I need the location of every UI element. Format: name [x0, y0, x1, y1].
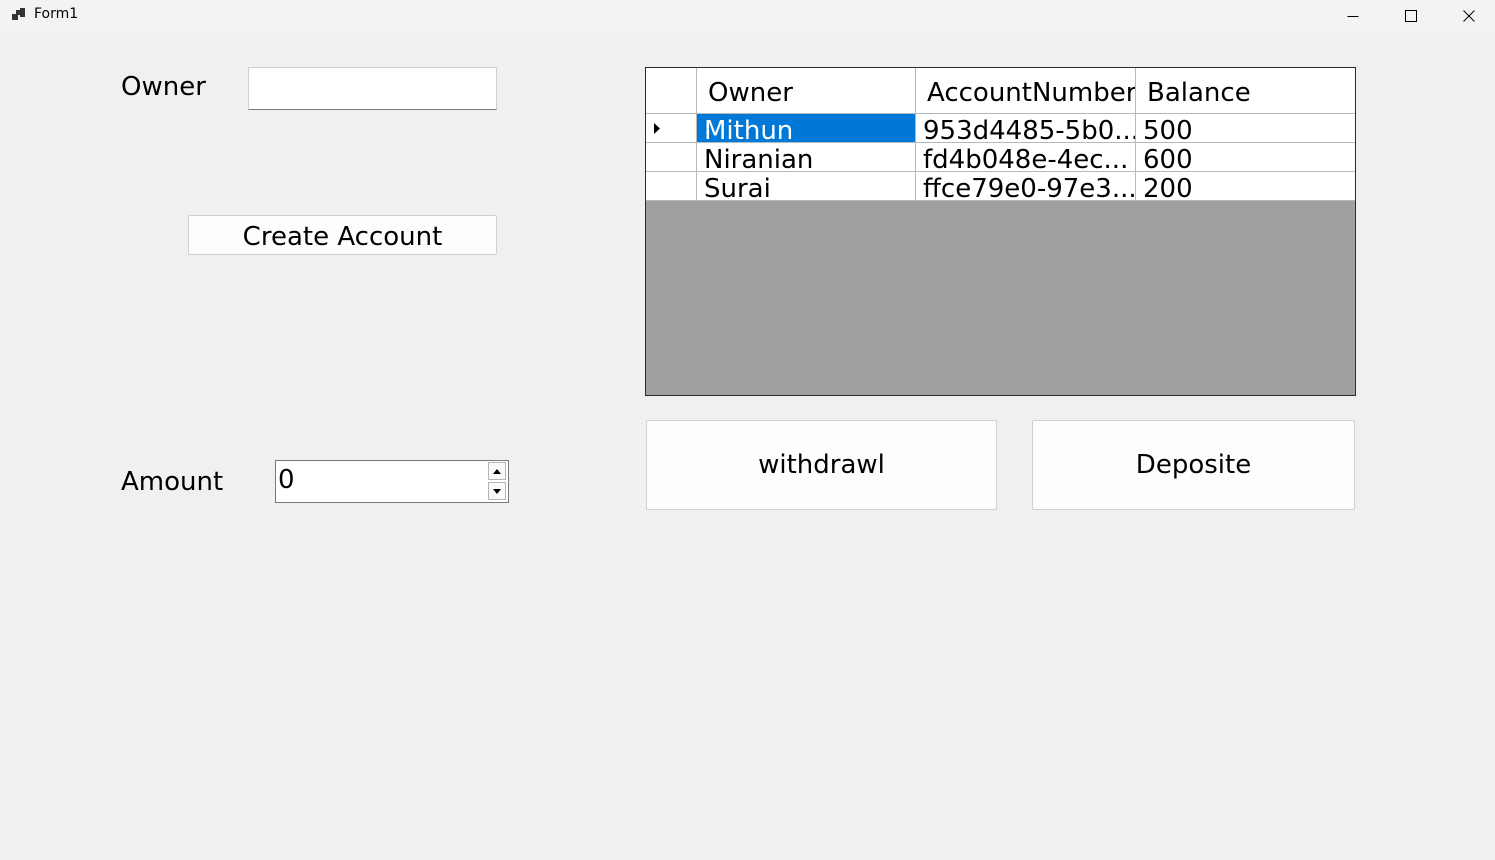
title-bar[interactable]: Form1: [0, 0, 1495, 32]
increment-button[interactable]: [488, 462, 506, 480]
minimize-icon: [1347, 16, 1359, 17]
table-row[interactable]: Surai ffce79e0-97e3... 200: [646, 172, 1355, 201]
owner-input[interactable]: [248, 67, 497, 110]
decrement-button[interactable]: [488, 482, 506, 500]
cell-owner[interactable]: Mithun: [697, 114, 916, 142]
cell-owner[interactable]: Niranian: [697, 143, 916, 171]
accounts-grid[interactable]: Owner AccountNumber Balance Mithun 953d4…: [645, 67, 1356, 396]
row-header[interactable]: [646, 172, 697, 200]
current-row-icon: [654, 123, 660, 134]
owner-label: Owner: [121, 72, 206, 102]
row-header[interactable]: [646, 114, 697, 142]
row-header[interactable]: [646, 143, 697, 171]
close-button[interactable]: [1440, 0, 1495, 32]
stepper-buttons: [488, 462, 507, 501]
column-header-owner[interactable]: Owner: [697, 68, 916, 113]
grid-header: Owner AccountNumber Balance: [646, 68, 1355, 114]
cell-balance[interactable]: 600: [1136, 143, 1355, 171]
cell-balance[interactable]: 500: [1136, 114, 1355, 142]
app-icon: [11, 7, 27, 23]
maximize-button[interactable]: [1382, 0, 1440, 32]
column-header-balance[interactable]: Balance: [1136, 68, 1355, 113]
cell-owner[interactable]: Surai: [697, 172, 916, 200]
create-account-button[interactable]: Create Account: [188, 215, 497, 255]
withdraw-button[interactable]: withdrawl: [646, 420, 997, 510]
close-icon: [1463, 10, 1475, 22]
cell-balance[interactable]: 200: [1136, 172, 1355, 200]
arrow-down-icon: [493, 488, 501, 494]
cell-account-number[interactable]: fd4b048e-4ec...: [916, 143, 1136, 171]
window-title: Form1: [34, 6, 79, 22]
cell-account-number[interactable]: 953d4485-5b0...: [916, 114, 1136, 142]
deposit-button[interactable]: Deposite: [1032, 420, 1355, 510]
amount-label: Amount: [121, 467, 224, 497]
table-row[interactable]: Mithun 953d4485-5b0... 500: [646, 114, 1355, 143]
maximize-icon: [1405, 10, 1417, 22]
amount-stepper[interactable]: 0: [275, 460, 509, 503]
minimize-button[interactable]: [1324, 0, 1382, 32]
arrow-up-icon: [493, 468, 501, 474]
column-header-account-number[interactable]: AccountNumber: [916, 68, 1136, 113]
amount-value: 0: [278, 465, 295, 495]
cell-account-number[interactable]: ffce79e0-97e3...: [916, 172, 1136, 200]
table-row[interactable]: Niranian fd4b048e-4ec... 600: [646, 143, 1355, 172]
row-header-corner[interactable]: [646, 68, 697, 113]
